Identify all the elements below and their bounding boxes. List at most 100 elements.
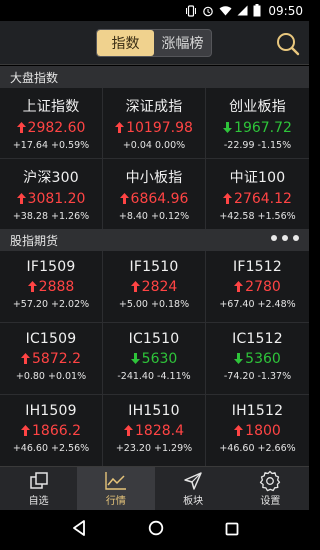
vibrate-icon (185, 4, 197, 17)
quote-cell[interactable]: IF1509 2888 +57.20 +2.02% (0, 251, 102, 322)
quote-name: 中小板指 (125, 170, 183, 186)
nav-label-sectors: 板块 (183, 496, 204, 507)
quote-price: 10197.98 (115, 120, 193, 136)
quote-name: IC1509 (25, 331, 77, 347)
quote-cell[interactable]: IH1510 1828.4 +23.20 +1.29% (103, 395, 205, 466)
quote-price-value: 1866.2 (32, 423, 81, 439)
quote-cell[interactable]: 创业板指 1967.72 -22.99 -1.15% (206, 88, 309, 158)
status-time: 09:50 (268, 3, 303, 18)
quote-price: 2780 (234, 279, 281, 295)
quote-price: 5360 (234, 351, 281, 367)
tab-gainers[interactable]: 涨幅榜 (154, 30, 211, 56)
alarm-icon (202, 5, 214, 17)
quote-change: +67.40 +2.48% (219, 299, 296, 310)
quote-price: 2982.60 (16, 120, 86, 136)
quote-name: 中证100 (229, 170, 286, 186)
quote-name: IH1510 (128, 403, 180, 419)
quote-price: 2764.12 (223, 191, 292, 207)
tab-indices[interactable]: 指数 (97, 30, 154, 56)
quote-price-value: 2780 (245, 279, 281, 295)
arrow-up-icon (130, 280, 140, 294)
quote-price-value: 6864.96 (130, 191, 189, 207)
quote-price: 1800 (234, 423, 281, 439)
arrow-up-icon (21, 352, 30, 366)
back-icon[interactable] (71, 520, 87, 540)
quote-name: IF1510 (129, 259, 179, 275)
watchlist-icon (29, 470, 49, 492)
quote-cell[interactable]: 沪深300 3081.20 +38.28 +1.26% (0, 159, 102, 229)
quote-price: 5630 (130, 351, 178, 367)
section-title-futures: 股指期货 (10, 233, 59, 248)
quote-price-value: 1967.72 (234, 120, 292, 136)
system-navigation-bar (0, 510, 309, 550)
arrow-up-icon (234, 424, 244, 438)
search-button[interactable] (275, 31, 301, 57)
quote-cell[interactable]: 中证100 2764.12 +42.58 +1.56% (206, 159, 309, 229)
quote-price-value: 2982.60 (27, 120, 86, 136)
quote-cell[interactable]: 中小板指 6864.96 +8.40 +0.12% (103, 159, 205, 229)
quote-price: 2824 (130, 279, 178, 295)
battery-icon (253, 4, 261, 17)
quote-name: IC1510 (128, 331, 180, 347)
top-header: 指数 涨幅榜 (0, 21, 309, 65)
quote-change: +42.58 +1.56% (219, 211, 296, 222)
quote-price-value: 2824 (141, 279, 178, 295)
section-title-market: 大盘指数 (10, 70, 59, 85)
quote-change: -241.40 -4.11% (117, 371, 191, 382)
quote-cell[interactable]: 深证成指 10197.98 +0.04 0.00% (103, 88, 205, 158)
quote-cell[interactable]: IF1512 2780 +67.40 +2.48% (206, 251, 309, 322)
quote-cell[interactable]: IH1509 1866.2 +46.60 +2.56% (0, 395, 102, 466)
quote-change: +46.60 +2.56% (12, 443, 90, 454)
section-index-futures: 股指期货 (0, 229, 309, 251)
quote-name: 沪深300 (23, 170, 79, 186)
segment-tabs: 指数 涨幅榜 (96, 29, 212, 57)
arrow-up-icon (27, 280, 37, 294)
arrow-up-icon (21, 424, 30, 438)
quote-name: IH1509 (25, 403, 77, 419)
quote-cell[interactable]: IH1512 1800 +46.60 +2.66% (206, 395, 309, 466)
quote-name: IF1509 (26, 259, 76, 275)
nav-label-settings: 设置 (260, 496, 281, 507)
nav-market[interactable]: 行情 (77, 467, 155, 510)
arrow-up-icon (115, 121, 125, 135)
quote-change: +5.00 +0.18% (118, 299, 190, 310)
quote-cell[interactable]: 上证指数 2982.60 +17.64 +0.59% (0, 88, 102, 158)
quote-cell[interactable]: IC1510 5630 -241.40 -4.11% (103, 323, 205, 394)
quote-price: 6864.96 (119, 191, 189, 207)
quote-price-value: 5630 (141, 351, 178, 367)
arrow-up-icon (234, 280, 244, 294)
bottom-navigation: 自选 行情 板块 设置 (0, 466, 309, 510)
nav-watchlist[interactable]: 自选 (0, 467, 77, 510)
nav-label-watchlist: 自选 (28, 496, 49, 507)
nav-settings[interactable]: 设置 (232, 467, 309, 510)
quote-cell[interactable]: IF1510 2824 +5.00 +0.18% (103, 251, 205, 322)
quote-price: 2888 (27, 279, 74, 295)
arrow-down-icon (130, 352, 140, 366)
quote-change: +46.60 +2.66% (219, 443, 296, 454)
quote-cell[interactable]: IC1509 5872.2 +0.80 +0.01% (0, 323, 102, 394)
nav-label-market: 行情 (105, 496, 126, 507)
recents-icon[interactable] (225, 521, 239, 540)
quote-price: 1866.2 (21, 423, 81, 439)
wifi-icon (219, 5, 232, 16)
quote-price-value: 1800 (245, 423, 281, 439)
arrow-up-icon (119, 192, 129, 206)
quote-price-value: 2764.12 (234, 191, 292, 207)
quote-name: 上证指数 (22, 99, 80, 115)
quote-name: IC1512 (232, 331, 283, 347)
quote-change: +57.20 +2.02% (12, 299, 90, 310)
market-chart-icon (105, 470, 127, 492)
quote-price: 3081.20 (16, 191, 85, 207)
signal-icon (237, 5, 248, 16)
quote-cell[interactable]: IC1512 5360 -74.20 -1.37% (206, 323, 309, 394)
status-bar: 09:50 (0, 0, 309, 21)
section-market-indices: 大盘指数 (0, 66, 309, 88)
quote-price-value: 10197.98 (126, 120, 193, 136)
arrow-up-icon (223, 192, 233, 206)
quote-change: +8.40 +0.12% (118, 211, 190, 222)
home-icon[interactable] (148, 520, 164, 540)
nav-sectors[interactable]: 板块 (155, 467, 232, 510)
arrow-up-icon (16, 121, 26, 135)
more-options-icon[interactable] (271, 235, 299, 241)
quote-price-value: 5872.2 (32, 351, 81, 367)
